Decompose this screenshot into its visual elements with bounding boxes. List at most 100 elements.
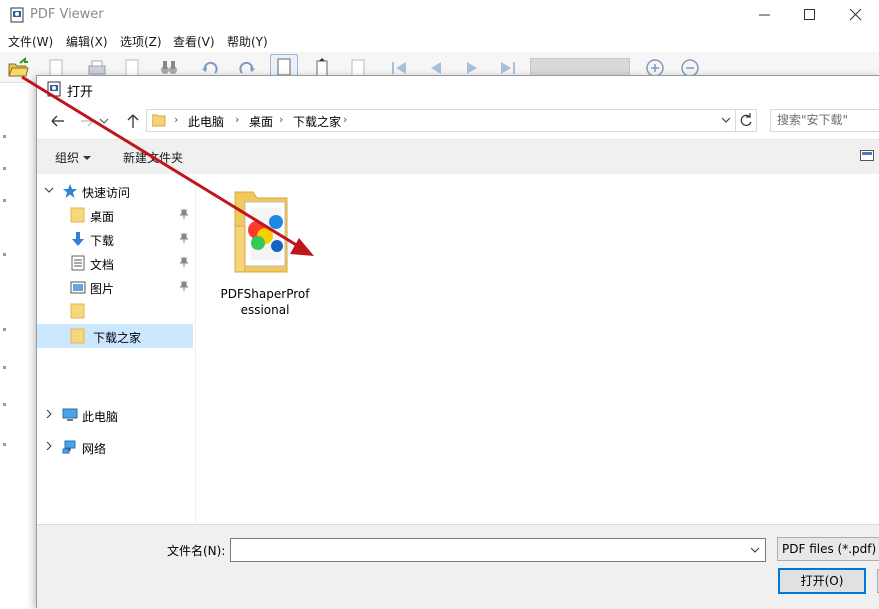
organize-button[interactable]: 组织: [55, 149, 91, 166]
pdf-viewer-app-icon: [10, 7, 24, 23]
pictures-icon: [70, 281, 86, 294]
dialog-navbar: › 此电脑 › 桌面 › 下载之家 ›: [37, 106, 879, 136]
chevron-down-icon[interactable]: [44, 185, 54, 195]
menu-options[interactable]: 选项(Z): [120, 33, 162, 50]
star-icon: [63, 184, 77, 198]
menu-file[interactable]: 文件(W): [8, 33, 53, 50]
nav-item-selected-folder[interactable]: 下载之家: [37, 324, 193, 348]
strip-mark: [3, 443, 6, 446]
address-bar[interactable]: › 此电脑 › 桌面 › 下载之家 ›: [146, 109, 736, 132]
search-box[interactable]: [770, 109, 879, 132]
nav-item-documents[interactable]: 文档: [37, 251, 193, 275]
strip-mark: [3, 135, 6, 138]
file-item[interactable]: PDFShaperProfessional: [217, 184, 313, 317]
breadcrumb-separator-icon: ›: [174, 113, 179, 126]
document-icon: [71, 255, 85, 271]
caret-down-icon: [82, 156, 91, 160]
nav-item-label: 桌面: [90, 210, 115, 224]
menu-edit[interactable]: 编辑(X): [66, 33, 108, 50]
nav-item-unnamed-folder[interactable]: [37, 299, 193, 323]
nav-item-pictures[interactable]: 图片: [37, 275, 193, 299]
nav-this-pc-label: 此电脑: [82, 410, 119, 424]
strip-mark: [3, 167, 6, 170]
recent-dropdown-icon[interactable]: [99, 113, 109, 129]
command-bar: 组织 新建文件夹: [37, 139, 879, 175]
strip-mark: [3, 366, 6, 369]
folder-icon: [70, 328, 85, 344]
dialog-titlebar: 打开: [37, 76, 879, 102]
nav-item-desktop[interactable]: 桌面: [37, 203, 193, 227]
nav-quick-access[interactable]: 快速访问: [37, 179, 193, 203]
pin-icon[interactable]: [179, 257, 189, 267]
close-icon: [850, 9, 862, 21]
open-button[interactable]: 打开(O): [778, 568, 866, 594]
back-arrow-icon[interactable]: [48, 113, 68, 129]
menu-bar: 文件(W) 编辑(X) 选项(Z) 查看(V) 帮助(Y): [0, 30, 879, 52]
strip-mark: [3, 328, 6, 331]
nav-this-pc[interactable]: 此电脑: [37, 403, 193, 427]
breadcrumb-separator-icon: ›: [343, 113, 348, 126]
open-folder-icon[interactable]: [7, 57, 29, 79]
filename-input[interactable]: [231, 539, 745, 559]
folder-icon: [70, 207, 85, 223]
maximize-button[interactable]: [787, 0, 833, 30]
forward-arrow-icon[interactable]: [77, 113, 97, 129]
breadcrumb-desktop[interactable]: 桌面: [249, 113, 273, 130]
refresh-button[interactable]: [735, 109, 757, 132]
file-name: PDFShaperProfessional: [220, 287, 310, 317]
organize-label: 组织: [55, 151, 80, 165]
computer-icon: [62, 408, 78, 421]
search-input[interactable]: [771, 110, 879, 129]
menu-view[interactable]: 查看(V): [173, 33, 215, 50]
nav-item-downloads[interactable]: 下载: [37, 227, 193, 251]
folder-icon: [152, 114, 166, 127]
dialog-bottom-bar: 文件名(N): PDF files (*.pdf) 打开(O): [37, 524, 879, 609]
breadcrumb-separator-icon: ›: [279, 113, 284, 126]
viewer-left-strip: [0, 83, 36, 607]
app-title: PDF Viewer: [30, 7, 104, 22]
strip-mark: [3, 403, 6, 406]
dialog-title: 打开: [67, 85, 94, 100]
refresh-icon: [740, 113, 752, 126]
breadcrumb-separator-icon: ›: [235, 113, 240, 126]
nav-item-label: 下载之家: [93, 331, 142, 345]
chevron-down-icon[interactable]: [750, 545, 760, 555]
nav-network[interactable]: 网络: [37, 435, 193, 459]
filename-label: 文件名(N):: [167, 544, 226, 558]
filename-combo[interactable]: [230, 538, 766, 562]
nav-item-label: 图片: [90, 282, 115, 296]
filetype-select[interactable]: PDF files (*.pdf): [777, 537, 879, 561]
network-icon: [62, 440, 76, 454]
breadcrumb-this-pc[interactable]: 此电脑: [188, 113, 224, 130]
strip-mark: [3, 253, 6, 256]
minimize-button[interactable]: [742, 0, 788, 30]
chevron-right-icon[interactable]: [44, 441, 54, 451]
chevron-right-icon[interactable]: [44, 409, 54, 419]
download-arrow-icon: [72, 232, 84, 246]
folder-with-images-icon: [234, 191, 288, 273]
pdf-viewer-app-icon: [47, 81, 61, 97]
close-button[interactable]: [833, 0, 879, 30]
new-folder-button[interactable]: 新建文件夹: [123, 149, 183, 166]
nav-network-label: 网络: [82, 442, 107, 456]
strip-mark: [3, 199, 6, 202]
nav-quick-access-label: 快速访问: [82, 186, 131, 200]
up-arrow-icon[interactable]: [123, 113, 143, 129]
view-options-icon[interactable]: [860, 150, 874, 162]
open-file-dialog: 打开 › 此电脑 › 桌面 › 下载之家 › 组织 新建文件夹: [36, 75, 879, 609]
folder-icon: [70, 303, 85, 319]
nav-item-label: 下载: [90, 234, 115, 248]
chevron-down-icon[interactable]: [721, 115, 731, 125]
pin-icon[interactable]: [179, 209, 189, 219]
filetype-value: PDF files (*.pdf): [782, 542, 877, 556]
breadcrumb-current-folder[interactable]: 下载之家: [293, 113, 341, 130]
app-titlebar: PDF Viewer: [0, 0, 879, 30]
menu-help[interactable]: 帮助(Y): [227, 33, 268, 50]
file-list: PDFShaperProfessional: [196, 174, 879, 523]
nav-item-label: 文档: [90, 258, 115, 272]
minimize-icon: [759, 14, 770, 16]
navigation-pane: 快速访问 桌面 下载 文档 图片 下载之家 此电脑 网络: [37, 174, 196, 523]
pin-icon[interactable]: [179, 233, 189, 243]
pin-icon[interactable]: [179, 281, 189, 291]
maximize-icon: [804, 9, 815, 20]
